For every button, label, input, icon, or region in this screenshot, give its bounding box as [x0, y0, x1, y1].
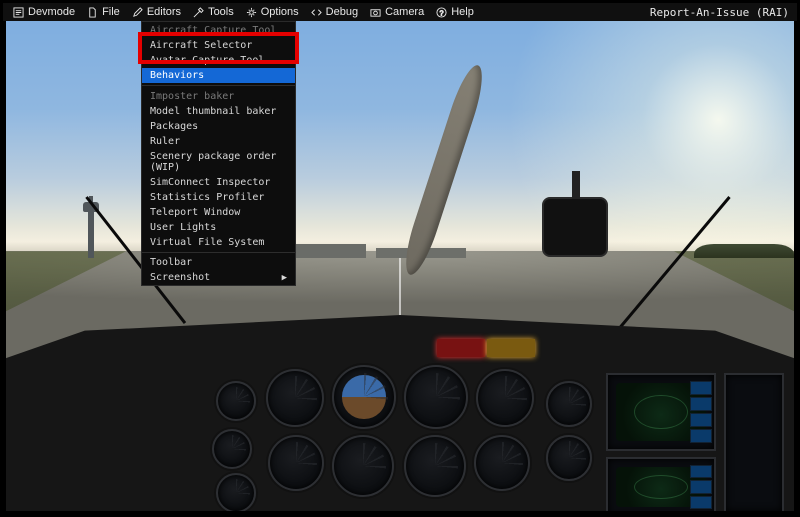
- menu-debug-label: Debug: [326, 6, 358, 18]
- gauge-attitude: [332, 365, 396, 429]
- tools-item-simconnect[interactable]: SimConnect Inspector: [142, 175, 295, 190]
- devmode-label: Devmode: [28, 6, 75, 18]
- sim-viewport[interactable]: [6, 21, 794, 511]
- menu-camera[interactable]: Camera: [364, 3, 430, 21]
- whiskey-compass: [542, 197, 608, 257]
- gauge-nav1: [404, 435, 466, 497]
- code-icon: [311, 7, 322, 18]
- menu-tools[interactable]: Tools: [187, 3, 240, 21]
- tools-item-screenshot[interactable]: Screenshot ▶: [142, 270, 295, 285]
- menu-file-label: File: [102, 6, 120, 18]
- gps-screen-2[interactable]: [606, 457, 716, 511]
- gauge-heading: [332, 435, 394, 497]
- devmode-toggle[interactable]: Devmode: [7, 3, 81, 21]
- annunciator-panel: [436, 339, 536, 357]
- menu-options[interactable]: Options: [240, 3, 305, 21]
- app-frame: Devmode File Editors Tools Options: [0, 0, 800, 517]
- tools-item-scenery-order[interactable]: Scenery package order (WIP): [142, 149, 295, 175]
- menu-debug[interactable]: Debug: [305, 3, 364, 21]
- tools-item-toolbar[interactable]: Toolbar: [142, 255, 295, 270]
- tools-item-model-thumb[interactable]: Model thumbnail baker: [142, 104, 295, 119]
- tools-section-aircraft: Aircraft Capture Tool: [142, 22, 295, 38]
- tools-item-avatar-capture[interactable]: Avatar Capture Tool: [142, 53, 295, 68]
- gauge-nav2: [474, 435, 530, 491]
- file-icon: [87, 7, 98, 18]
- tools-item-ruler[interactable]: Ruler: [142, 134, 295, 149]
- menu-help[interactable]: ? Help: [430, 3, 480, 21]
- menu-file[interactable]: File: [81, 3, 126, 21]
- tools-item-behaviors[interactable]: Behaviors: [142, 68, 295, 83]
- annunciator-caution: [487, 339, 535, 357]
- gauge-altimeter: [404, 365, 468, 429]
- menu-editors[interactable]: Editors: [126, 3, 187, 21]
- tools-item-user-lights[interactable]: User Lights: [142, 220, 295, 235]
- menu-camera-label: Camera: [385, 6, 424, 18]
- tools-divider-1: [142, 85, 295, 86]
- radio-stack[interactable]: [724, 373, 784, 511]
- camera-icon: [370, 7, 381, 18]
- gauge-airspeed: [266, 369, 324, 427]
- help-icon: ?: [436, 7, 447, 18]
- tools-item-packages[interactable]: Packages: [142, 119, 295, 134]
- tools-section-imposter: Imposter baker: [142, 88, 295, 104]
- trees-right: [694, 244, 794, 258]
- tools-item-stats-profiler[interactable]: Statistics Profiler: [142, 190, 295, 205]
- gps-screen-1[interactable]: [606, 373, 716, 451]
- menu-help-label: Help: [451, 6, 474, 18]
- gear-icon: [246, 7, 257, 18]
- pencil-icon: [132, 7, 143, 18]
- report-issue-link[interactable]: Report-An-Issue (RAI): [650, 6, 793, 19]
- menubar: Devmode File Editors Tools Options: [3, 3, 797, 21]
- tools-item-teleport[interactable]: Teleport Window: [142, 205, 295, 220]
- gauge-vsi: [476, 369, 534, 427]
- tools-item-vfs[interactable]: Virtual File System: [142, 235, 295, 250]
- tools-dropdown: Aircraft Capture Tool Aircraft Selector …: [141, 21, 296, 286]
- gauge-small-3: [216, 473, 256, 511]
- wrench-icon: [193, 7, 204, 18]
- control-tower: [88, 212, 94, 258]
- menu-options-label: Options: [261, 6, 299, 18]
- devmode-icon: [13, 7, 24, 18]
- menu-editors-label: Editors: [147, 6, 181, 18]
- gps-softkeys-2: [690, 465, 712, 509]
- gps-softkeys: [690, 381, 712, 443]
- svg-text:?: ?: [440, 8, 444, 17]
- tools-item-aircraft-selector[interactable]: Aircraft Selector: [142, 38, 295, 53]
- annunciator-warning: [437, 339, 485, 357]
- gauge-small-2: [212, 429, 252, 469]
- tools-divider-2: [142, 252, 295, 253]
- chevron-right-icon: ▶: [282, 273, 287, 283]
- menu-tools-label: Tools: [208, 6, 234, 18]
- gauge-manifold: [546, 435, 592, 481]
- gauge-small-1: [216, 381, 256, 421]
- gauge-rpm: [546, 381, 592, 427]
- gauge-turn-coord: [268, 435, 324, 491]
